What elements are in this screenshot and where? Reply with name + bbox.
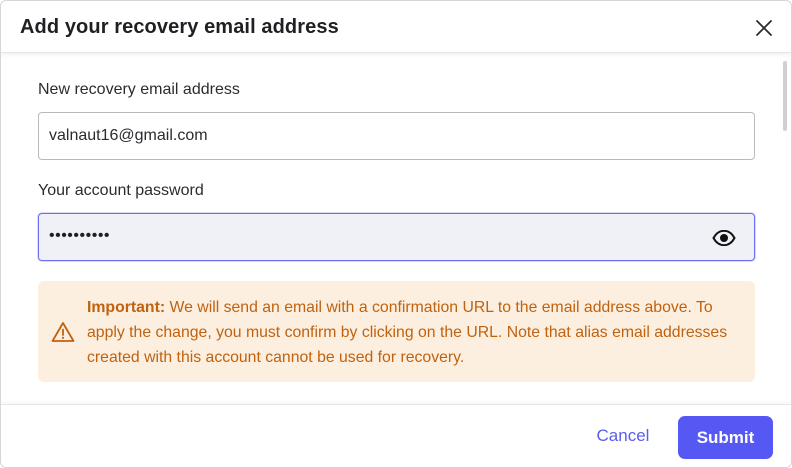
scrollbar-thumb[interactable] [783,61,787,131]
notice-text: Important: We will send an email with a … [87,295,747,370]
password-label: Your account password [38,182,204,199]
close-icon [756,20,772,36]
recovery-email-input[interactable]: valnaut16@gmail.com [38,112,755,160]
recovery-email-dialog: Add your recovery email address New reco… [0,0,792,468]
notice-body: We will send an email with a confirmatio… [87,299,728,366]
dialog-footer: Cancel Submit [1,404,791,467]
recovery-email-value: valnaut16@gmail.com [49,127,208,144]
show-password-button[interactable] [712,227,736,249]
email-label: New recovery email address [38,81,240,98]
eye-icon [712,230,736,246]
password-value: •••••••••• [49,227,111,244]
close-button[interactable] [749,13,779,43]
warning-icon [51,322,75,342]
important-notice: Important: We will send an email with a … [38,281,755,382]
cancel-button[interactable]: Cancel [585,419,661,453]
submit-button[interactable]: Submit [678,416,773,459]
notice-emphasis: Important: [87,299,166,316]
password-input[interactable]: •••••••••• [38,213,755,261]
dialog-header: Add your recovery email address [1,1,791,53]
dialog-title: Add your recovery email address [20,16,339,38]
scrollbar[interactable] [781,59,789,403]
